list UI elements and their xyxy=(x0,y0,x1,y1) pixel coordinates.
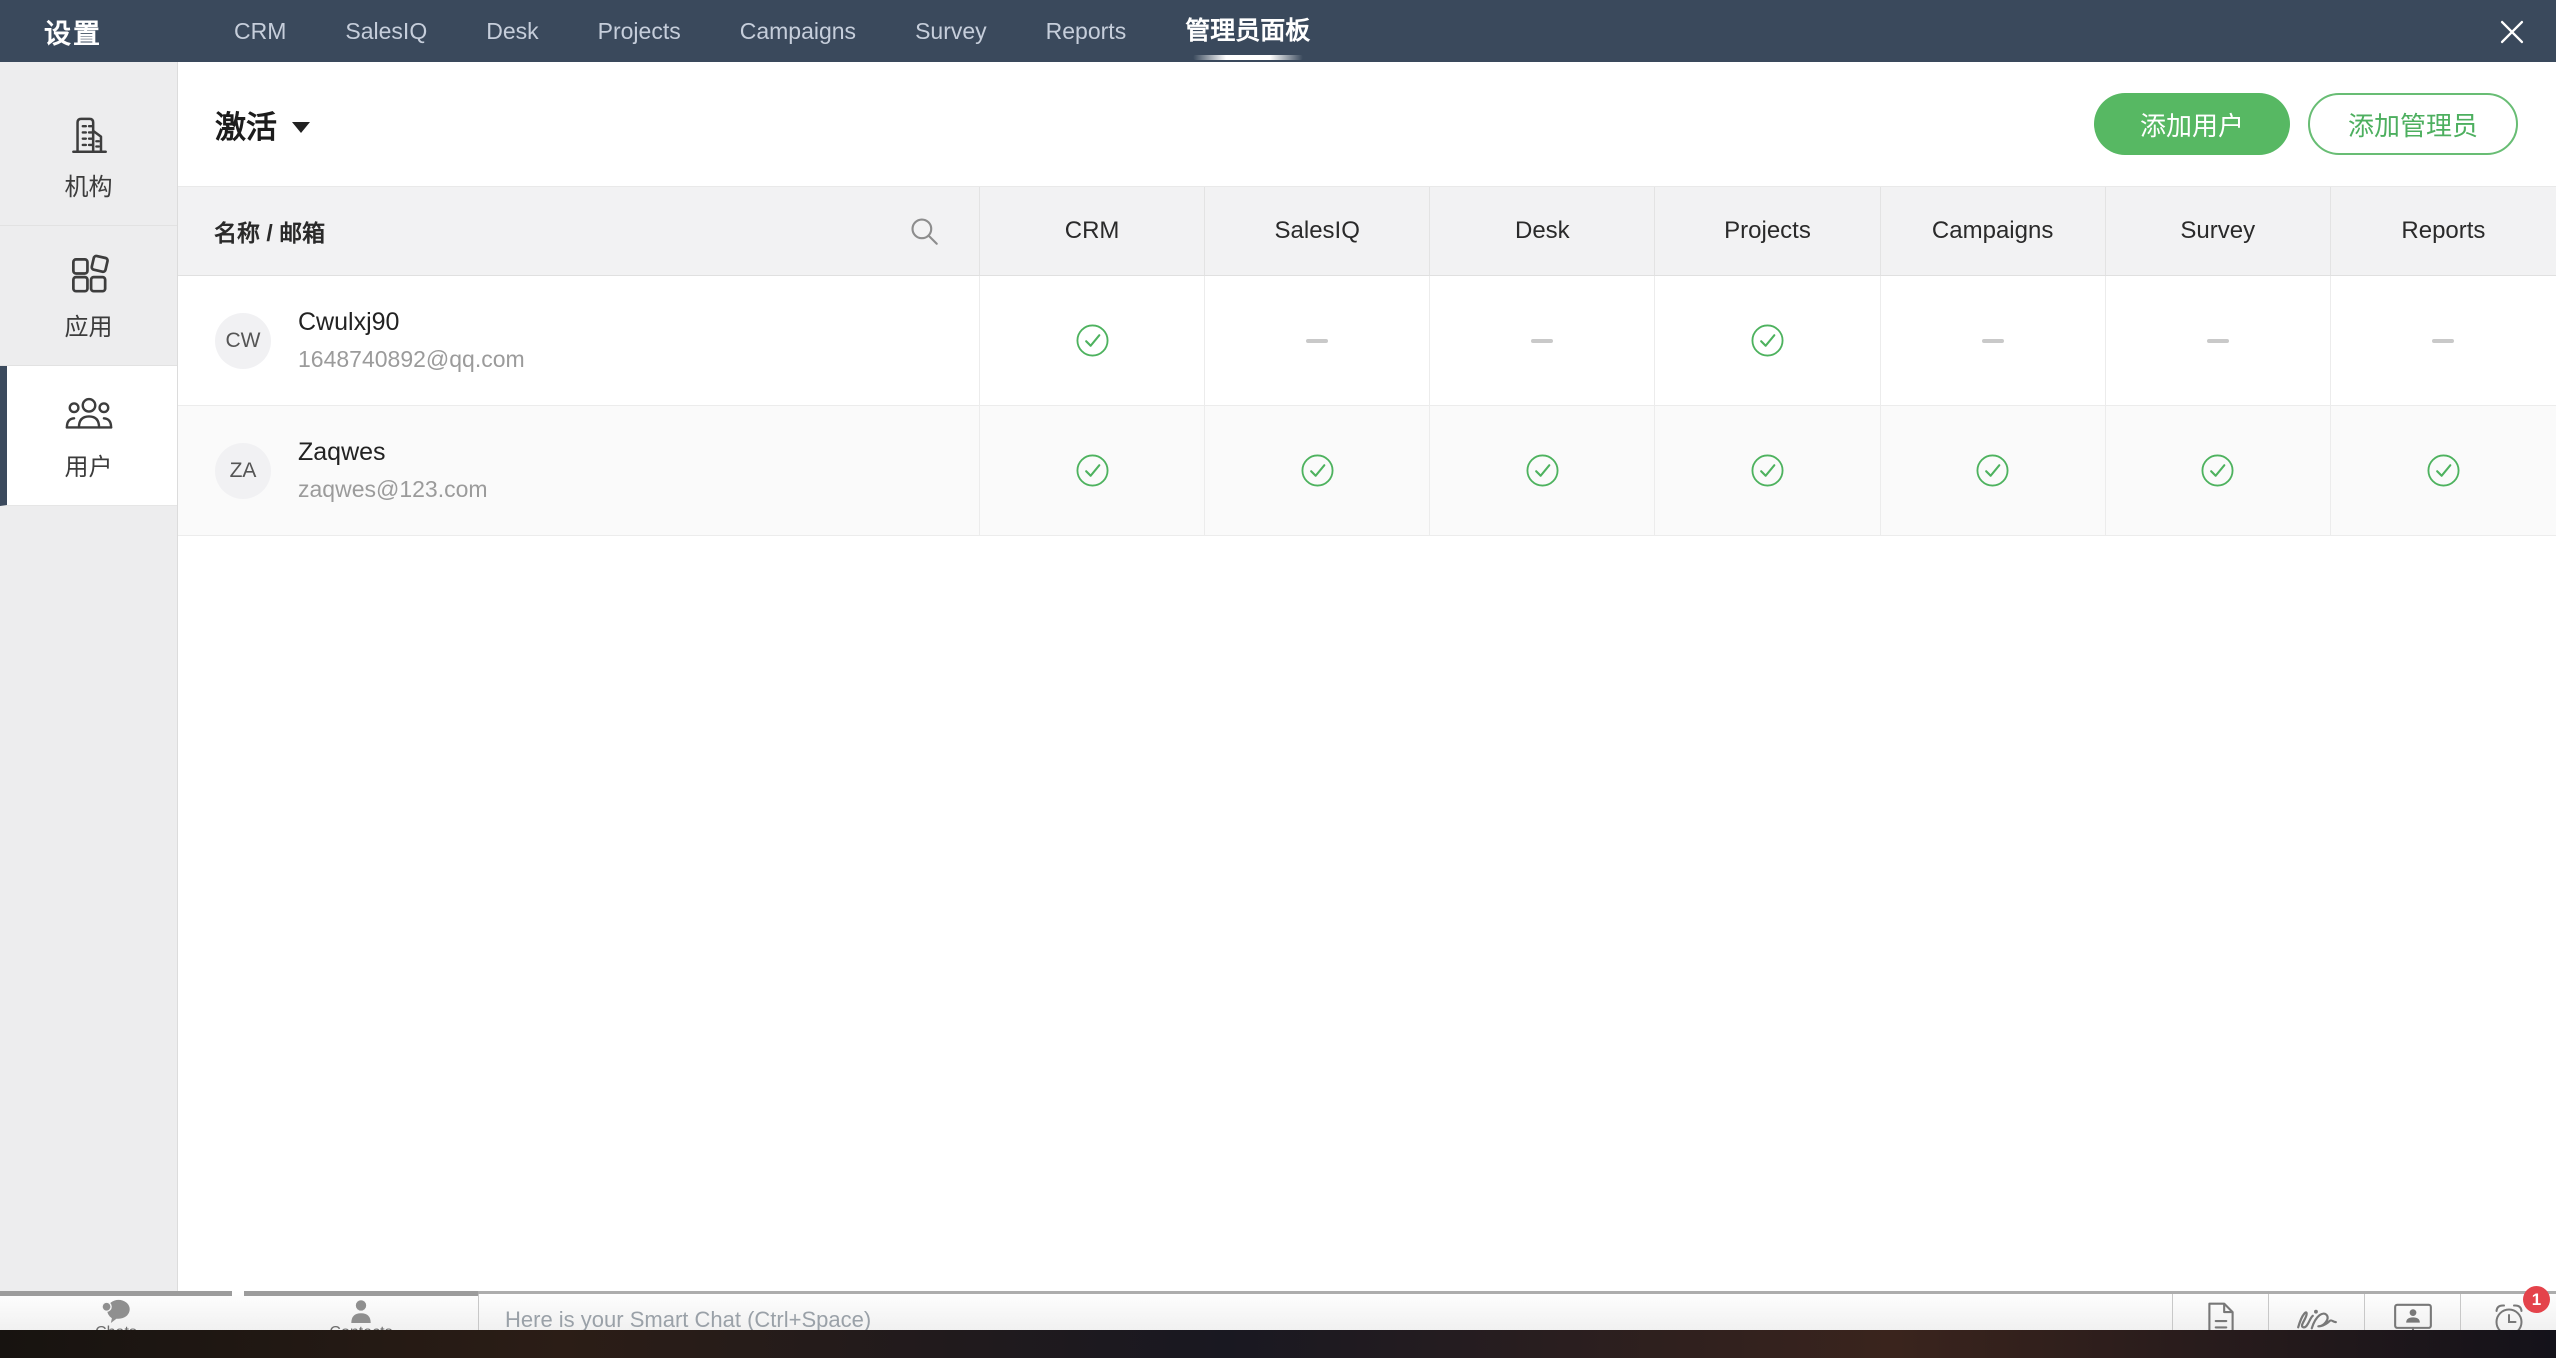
app-access-enabled-cell[interactable] xyxy=(980,276,1205,405)
check-icon xyxy=(1525,453,1560,488)
close-icon xyxy=(2495,15,2529,49)
app-access-enabled-cell[interactable] xyxy=(1430,406,1655,535)
dash-icon xyxy=(2432,339,2454,343)
check-icon xyxy=(1750,453,1785,488)
apps-icon xyxy=(64,249,114,299)
topnav-item-管理员面板[interactable]: 管理员面板 xyxy=(1185,0,1310,62)
topnav-item-Reports[interactable]: Reports xyxy=(1046,0,1127,62)
dash-icon xyxy=(2207,339,2229,343)
sidebar-spacer xyxy=(0,62,177,86)
contact-person-icon xyxy=(349,1299,373,1323)
add-user-button[interactable]: 添加用户 xyxy=(2094,93,2290,155)
topnav-item-Survey[interactable]: Survey xyxy=(915,0,987,62)
sidebar-item-users[interactable]: 用户 xyxy=(0,366,177,506)
column-header-Survey: Survey xyxy=(2106,187,2331,275)
app-access-enabled-cell[interactable] xyxy=(2106,406,2331,535)
user-name: Cwulxj90 xyxy=(298,308,525,337)
dash-icon xyxy=(1306,339,1328,343)
column-header-Desk: Desk xyxy=(1430,187,1655,275)
app-access-enabled-cell[interactable] xyxy=(1655,276,1880,405)
dash-icon xyxy=(1982,339,2004,343)
name-email-column-header: 名称 / 邮箱 xyxy=(178,187,980,275)
table-header-row: 名称 / 邮箱 CRMSalesIQDeskProjectsCampaignsS… xyxy=(178,186,2556,276)
status-filter-label: 激活 xyxy=(215,102,277,147)
column-header-SalesIQ: SalesIQ xyxy=(1205,187,1430,275)
building-icon xyxy=(64,109,114,159)
app-access-enabled-cell[interactable] xyxy=(1655,406,1880,535)
user-email: 1648740892@qq.com xyxy=(298,346,525,373)
user-text: Zaqwes zaqwes@123.com xyxy=(298,438,488,503)
check-icon xyxy=(2200,453,2235,488)
user-cell: ZA Zaqwes zaqwes@123.com xyxy=(178,406,980,535)
status-filter-dropdown[interactable]: 激活 xyxy=(215,102,310,147)
check-icon xyxy=(1975,453,2010,488)
sidebar-item-apps[interactable]: 应用 xyxy=(0,226,177,366)
app-access-enabled-cell[interactable] xyxy=(1205,406,1430,535)
column-header-Reports: Reports xyxy=(2331,187,2556,275)
users-table: 名称 / 邮箱 CRMSalesIQDeskProjectsCampaignsS… xyxy=(178,186,2556,536)
search-button[interactable] xyxy=(907,213,943,249)
check-icon xyxy=(1075,453,1110,488)
app-access-disabled-cell[interactable] xyxy=(1205,276,1430,405)
user-cell: CW Cwulxj90 1648740892@qq.com xyxy=(178,276,980,405)
user-email: zaqwes@123.com xyxy=(298,476,488,503)
user-text: Cwulxj90 1648740892@qq.com xyxy=(298,308,525,373)
topnav-item-Campaigns[interactable]: Campaigns xyxy=(740,0,856,62)
table-row[interactable]: ZA Zaqwes zaqwes@123.com xyxy=(178,406,2556,536)
topnav-items: CRM SalesIQ Desk Projects Campaigns Survey Rep… xyxy=(234,0,1310,62)
header-actions: 添加用户 添加管理员 xyxy=(2094,93,2518,155)
column-header-Projects: Projects xyxy=(1655,187,1880,275)
add-admin-button[interactable]: 添加管理员 xyxy=(2308,93,2518,155)
notification-badge: 1 xyxy=(2523,1286,2550,1313)
table-row[interactable]: CW Cwulxj90 1648740892@qq.com xyxy=(178,276,2556,406)
sidebar-item-label: 应用 xyxy=(65,307,113,342)
column-header-Campaigns: Campaigns xyxy=(1881,187,2106,275)
users-icon xyxy=(64,389,114,439)
topnav-item-Projects[interactable]: Projects xyxy=(598,0,681,62)
settings-title: 设置 xyxy=(44,12,102,51)
sidebar-item-organization[interactable]: 机构 xyxy=(0,86,177,226)
topnav-item-Desk[interactable]: Desk xyxy=(486,0,538,62)
close-button[interactable] xyxy=(2494,14,2530,50)
dash-icon xyxy=(1531,339,1553,343)
name-email-header-label: 名称 / 邮箱 xyxy=(214,214,325,248)
chevron-down-icon xyxy=(292,122,310,133)
sidebar-item-label: 用户 xyxy=(65,447,113,482)
chat-bubbles-icon xyxy=(101,1299,131,1323)
app-access-enabled-cell[interactable] xyxy=(1881,406,2106,535)
avatar: CW xyxy=(215,313,271,369)
admin-panel-screen: 设置 CRMSalesIQDeskProjectsCampaignsSurvey… xyxy=(0,0,2556,1358)
sidebar-item-label: 机构 xyxy=(65,167,113,202)
check-icon xyxy=(2426,453,2461,488)
app-access-enabled-cell[interactable] xyxy=(2331,406,2556,535)
user-name: Zaqwes xyxy=(298,438,488,467)
avatar: ZA xyxy=(215,443,271,499)
check-icon xyxy=(1075,323,1110,358)
check-icon xyxy=(1750,323,1785,358)
search-icon xyxy=(907,214,941,248)
app-access-enabled-cell[interactable] xyxy=(980,406,1205,535)
app-access-disabled-cell[interactable] xyxy=(2331,276,2556,405)
top-navigation-bar: 设置 CRM SalesIQ Desk Projects Campaigns Survey… xyxy=(0,0,2556,62)
topnav-item-SalesIQ[interactable]: SalesIQ xyxy=(345,0,427,62)
desktop-background-strip xyxy=(0,1345,2556,1358)
sidebar: 机构 应用 用户 xyxy=(0,62,178,1291)
app-access-disabled-cell[interactable] xyxy=(2106,276,2331,405)
column-header-CRM: CRM xyxy=(980,187,1205,275)
topnav-item-CRM[interactable]: CRM xyxy=(234,0,286,62)
app-access-disabled-cell[interactable] xyxy=(1430,276,1655,405)
check-icon xyxy=(1300,453,1335,488)
app-access-disabled-cell[interactable] xyxy=(1881,276,2106,405)
content-header: 激活 添加用户 添加管理员 xyxy=(179,62,2556,186)
